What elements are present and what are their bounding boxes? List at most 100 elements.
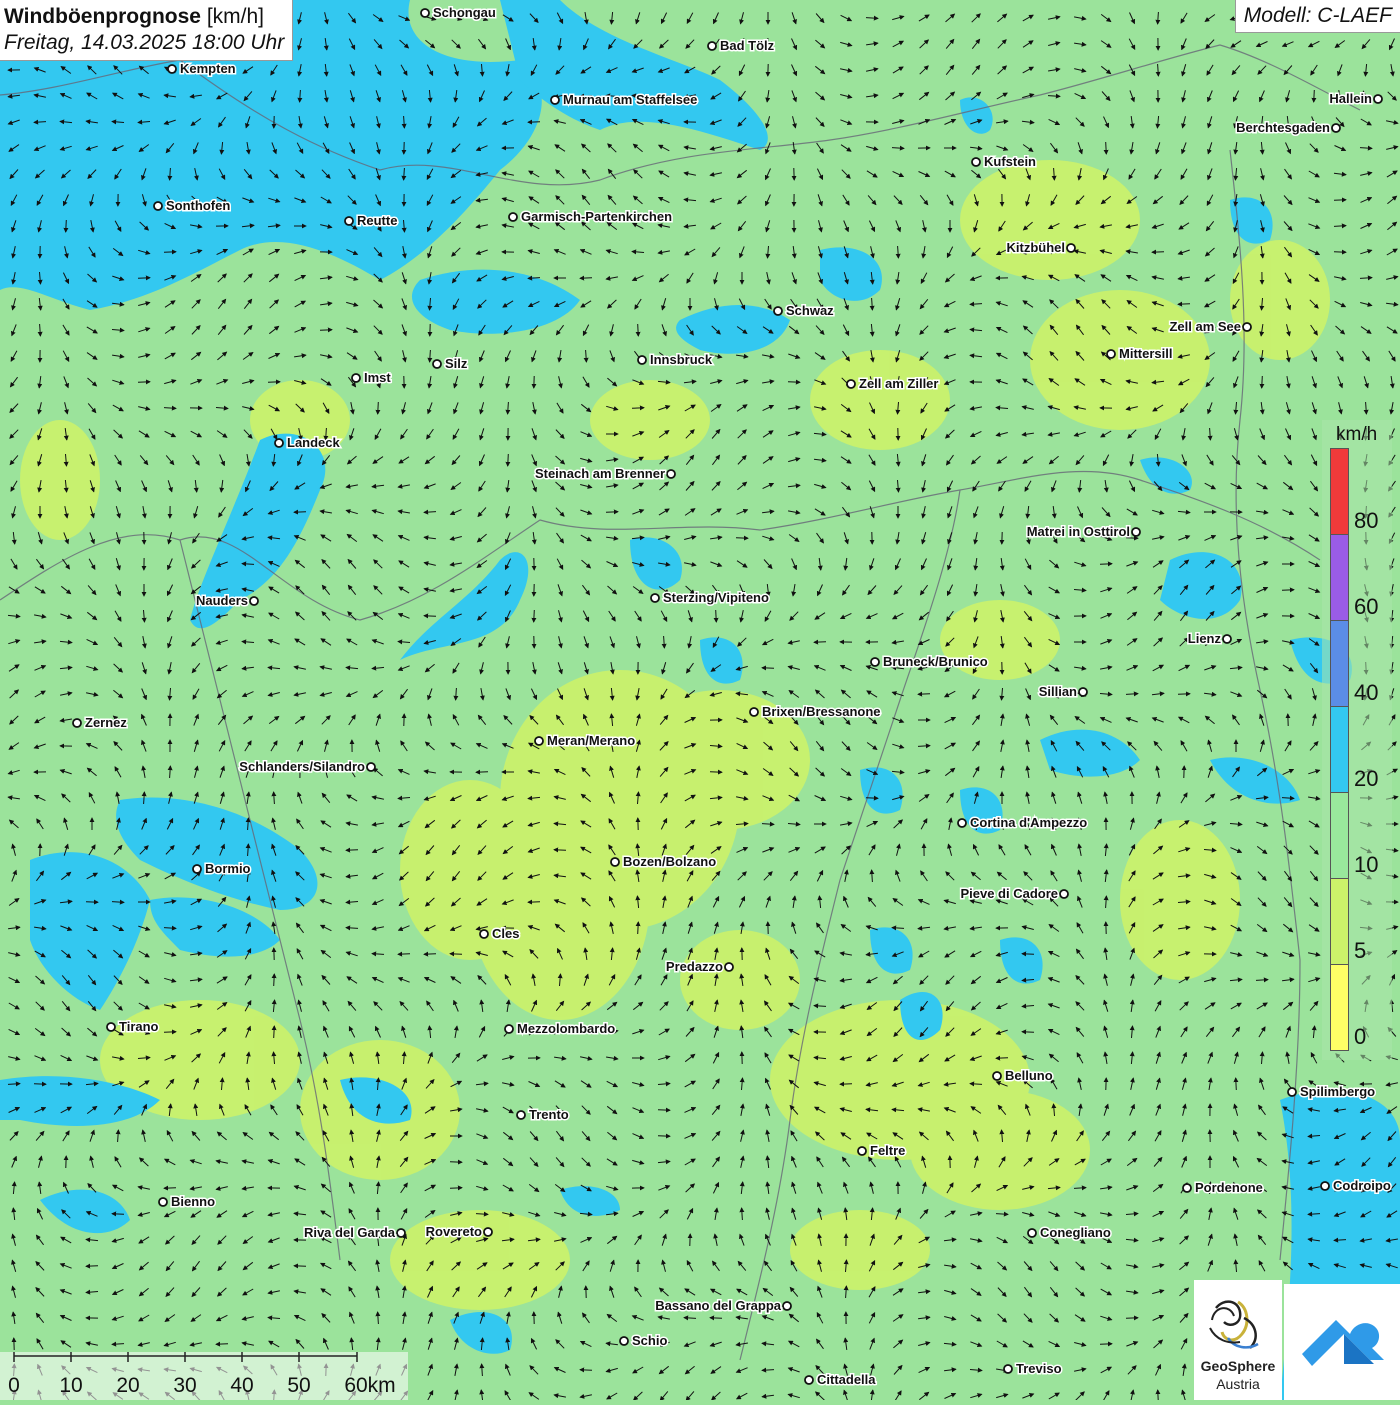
city-sonthofen: Sonthofen <box>154 198 230 213</box>
city-label: Nauders <box>196 593 248 608</box>
city-garmisch-partenkirchen: Garmisch-Partenkirchen <box>509 209 672 224</box>
city-dot <box>421 9 429 17</box>
city-label: Mittersill <box>1119 346 1172 361</box>
city-sterzing-vipiteno: Sterzing/Vipiteno <box>651 590 769 605</box>
color-legend: km/h 0 5 10 20 40 60 80 <box>1322 420 1392 1060</box>
city-dot <box>993 1072 1001 1080</box>
city-label: Kempten <box>180 61 236 76</box>
city-dot <box>154 202 162 210</box>
city-berchtesgaden: Berchtesgaden <box>1236 120 1340 135</box>
city-label: Brixen/Bressanone <box>762 704 881 719</box>
city-label: Kitzbühel <box>1007 240 1066 255</box>
geosphere-swirl-icon <box>1194 1288 1282 1364</box>
city-label: Cles <box>492 926 519 941</box>
city-dot <box>1067 244 1075 252</box>
city-label: Bruneck/Brunico <box>883 654 988 669</box>
city-dot <box>433 360 441 368</box>
city-bozen-bolzano: Bozen/Bolzano <box>611 854 716 869</box>
city-label: Bassano del Grappa <box>655 1298 781 1313</box>
city-label: Riva del Garda <box>304 1225 396 1240</box>
city-dot <box>1288 1088 1296 1096</box>
city-kitzb-hel: Kitzbühel <box>1007 240 1076 255</box>
city-label: Lienz <box>1188 631 1222 646</box>
city-bassano-del-grappa: Bassano del Grappa <box>655 1298 791 1313</box>
scale-label-60: 60km <box>344 1374 395 1398</box>
city-dot <box>193 865 201 873</box>
city-dot <box>1183 1184 1191 1192</box>
legend-tick-5: 5 <box>1354 938 1366 964</box>
city-dot <box>535 737 543 745</box>
city-label: Murnau am Staffelsee <box>563 92 697 107</box>
city-dot <box>651 594 659 602</box>
city-dot <box>667 470 675 478</box>
city-dot <box>858 1147 866 1155</box>
legend-unit: km/h <box>1336 424 1377 446</box>
city-dot <box>1132 528 1140 536</box>
city-dot <box>958 819 966 827</box>
city-label: Zernez <box>85 715 127 730</box>
city-dot <box>638 356 646 364</box>
legend-class-5 <box>1330 878 1349 965</box>
city-dot <box>1321 1182 1329 1190</box>
scale-label-50: 50 <box>287 1374 310 1398</box>
scale-label-40: 40 <box>230 1374 253 1398</box>
city-label: Bormio <box>205 861 251 876</box>
city-zell-am-see: Zell am See <box>1169 319 1251 334</box>
city-dot <box>620 1337 628 1345</box>
city-dot <box>107 1023 115 1031</box>
scale-label-30: 30 <box>173 1374 196 1398</box>
map-title-unit: [km/h] <box>207 5 264 28</box>
legend-tick-80: 80 <box>1354 508 1378 534</box>
legend-class-60 <box>1330 534 1349 621</box>
city-dot <box>505 1025 513 1033</box>
city-label: Zell am See <box>1169 319 1241 334</box>
city-label: Imst <box>364 370 391 385</box>
model-label: Modell: C-LAEF <box>1235 0 1400 33</box>
city-dot <box>1107 350 1115 358</box>
city-label: Pordenone <box>1195 1180 1263 1195</box>
city-dot <box>750 708 758 716</box>
city-schongau: Schongau <box>421 5 496 20</box>
city-dot <box>345 217 353 225</box>
city-matrei-in-osttirol: Matrei in Osttirol <box>1027 524 1140 539</box>
city-label: Cittadella <box>817 1372 876 1387</box>
city-label: Matrei in Osttirol <box>1027 524 1130 539</box>
city-riva-del-garda: Riva del Garda <box>304 1225 405 1240</box>
city-dot <box>1374 95 1382 103</box>
city-dot <box>871 658 879 666</box>
city-label: Feltre <box>870 1143 905 1158</box>
geosphere-logo[interactable]: GeoSphere Austria <box>1194 1280 1282 1400</box>
forecast-datetime: Freitag, 14.03.2025 18:00 Uhr <box>4 30 284 56</box>
city-cortina-d-ampezzo: Cortina d'Ampezzo <box>958 815 1087 830</box>
cloud-arrow-icon <box>1284 1284 1400 1400</box>
city-label: Reutte <box>357 213 397 228</box>
city-schlanders-silandro: Schlanders/Silandro <box>239 759 375 774</box>
scale-bar: 0 10 20 30 40 50 60km <box>0 1352 408 1400</box>
legend-tick-0: 0 <box>1354 1024 1366 1050</box>
city-label: Innsbruck <box>650 352 713 367</box>
city-dot <box>159 1198 167 1206</box>
city-dot <box>708 42 716 50</box>
geosphere-country: Austria <box>1194 1376 1282 1392</box>
city-zell-am-ziller: Zell am Ziller <box>847 376 938 391</box>
city-dot <box>774 307 782 315</box>
city-predazzo: Predazzo <box>666 959 733 974</box>
city-label: Pieve di Cadore <box>960 886 1058 901</box>
app-logo[interactable] <box>1284 1284 1400 1400</box>
city-dot <box>1004 1365 1012 1373</box>
city-label: Bad Tölz <box>720 38 775 53</box>
city-label: Hallein <box>1329 91 1372 106</box>
wind-gust-map[interactable]: Schongau Bad Tölz Kempten Murnau am Staffel… <box>0 0 1400 1400</box>
city-label: Treviso <box>1016 1361 1062 1376</box>
city-dot <box>480 930 488 938</box>
city-dot <box>783 1302 791 1310</box>
city-dot <box>1332 124 1340 132</box>
city-label: Schlanders/Silandro <box>239 759 365 774</box>
city-label: Codroipo <box>1333 1178 1391 1193</box>
city-conegliano: Conegliano <box>1028 1225 1111 1240</box>
city-label: Bienno <box>171 1194 215 1209</box>
city-dot <box>1060 890 1068 898</box>
city-label: Belluno <box>1005 1068 1053 1083</box>
legend-tick-40: 40 <box>1354 680 1378 706</box>
legend-class-40 <box>1330 620 1349 707</box>
